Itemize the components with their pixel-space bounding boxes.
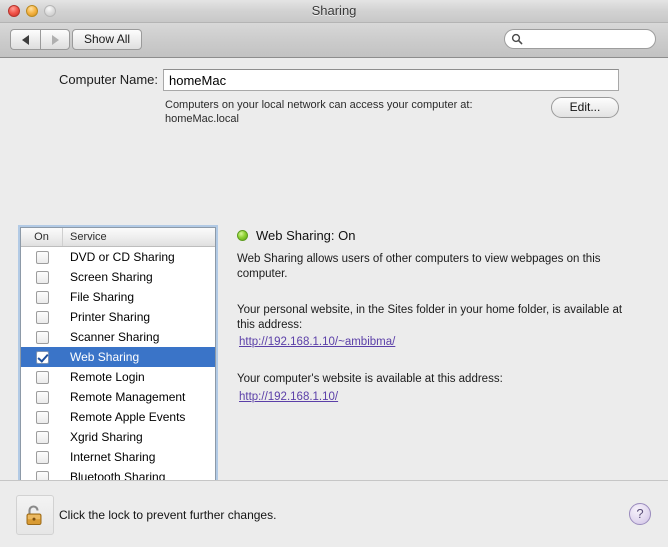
back-button[interactable] [10,29,40,50]
service-name-label: Remote Apple Events [70,410,186,424]
toolbar: Show All [0,23,668,58]
search-field[interactable] [504,29,656,49]
service-status: Web Sharing: On [237,228,647,243]
service-name-label: Remote Login [70,370,145,384]
window-title: Sharing [311,3,357,18]
status-indicator-icon [237,230,248,241]
arrow-left-icon [22,34,29,45]
table-row[interactable]: Internet Sharing [21,447,215,467]
service-checkbox-cell[interactable] [21,310,63,324]
table-row[interactable]: Remote Apple Events [21,407,215,427]
service-checkbox-cell[interactable] [21,430,63,444]
table-row[interactable]: Remote Login [21,367,215,387]
service-checkbox-cell[interactable] [21,270,63,284]
checkbox-checked-icon[interactable] [35,350,49,364]
service-checkbox-cell[interactable] [21,290,63,304]
search-icon [511,33,523,45]
show-all-button[interactable]: Show All [72,29,143,50]
checkbox-unchecked-icon[interactable] [35,450,49,464]
service-detail-pane: Web Sharing: On Web Sharing allows users… [237,228,647,427]
service-checkbox-cell[interactable] [21,350,63,364]
column-header-service: Service [70,231,107,243]
navigation-buttons [10,29,70,50]
help-button[interactable]: ? [629,503,651,525]
content-area: Computer Name: Computers on your local n… [0,58,668,515]
computer-website-lead: Your computer's website is available at … [237,373,503,385]
services-list-header: On Service [21,228,215,247]
service-name-label: DVD or CD Sharing [70,250,175,264]
checkbox-unchecked-icon[interactable] [35,430,49,444]
search-input[interactable] [527,33,647,45]
table-row[interactable]: File Sharing [21,287,215,307]
service-description: Web Sharing allows users of other comput… [237,253,601,280]
service-checkbox-cell[interactable] [21,370,63,384]
unlocked-padlock-icon [26,505,42,525]
table-row[interactable]: Remote Management [21,387,215,407]
column-header-on: On [21,228,63,246]
table-row[interactable]: Screen Sharing [21,267,215,287]
forward-button [40,29,70,50]
service-name-label: Internet Sharing [70,450,156,464]
table-row[interactable]: Web Sharing [21,347,215,367]
computer-website-block: Your computer's website is available at … [237,372,647,405]
table-row[interactable]: DVD or CD Sharing [21,247,215,267]
computer-name-label: Computer Name: [59,72,158,87]
bottom-bar: Click the lock to prevent further change… [0,480,668,547]
checkbox-unchecked-icon[interactable] [35,370,49,384]
table-row[interactable]: Scanner Sharing [21,327,215,347]
service-status-title: Web Sharing: On [256,228,356,243]
services-list-body: DVD or CD Sharing Screen Sharing File Shar… [21,247,215,487]
service-checkbox-cell[interactable] [21,330,63,344]
title-bar: Sharing [0,0,668,23]
computer-name-hint: Computers on your local network can acce… [165,99,473,125]
table-row[interactable]: Printer Sharing [21,307,215,327]
sharing-preferences-window: Sharing Show All Computer Name: Computer… [0,0,668,547]
checkbox-unchecked-icon[interactable] [35,410,49,424]
service-checkbox-cell[interactable] [21,450,63,464]
service-name-label: Screen Sharing [70,270,153,284]
checkbox-unchecked-icon[interactable] [35,250,49,264]
services-list[interactable]: On Service DVD or CD Sharing Screen Shari… [20,227,216,515]
checkbox-unchecked-icon[interactable] [35,390,49,404]
arrow-right-icon [51,34,59,45]
service-checkbox-cell[interactable] [21,390,63,404]
service-name-label: Xgrid Sharing [70,430,143,444]
checkbox-unchecked-icon[interactable] [35,310,49,324]
computer-website-link[interactable]: http://192.168.1.10/ [239,391,338,403]
checkbox-unchecked-icon[interactable] [35,330,49,344]
service-checkbox-cell[interactable] [21,250,63,264]
checkbox-unchecked-icon[interactable] [35,290,49,304]
service-name-label: Web Sharing [70,350,140,364]
service-name-label: Scanner Sharing [70,330,160,344]
service-name-label: Remote Management [70,390,186,404]
lock-message: Click the lock to prevent further change… [59,508,277,522]
checkbox-unchecked-icon[interactable] [35,270,49,284]
computer-name-row: Computer Name: [0,69,668,91]
personal-website-link[interactable]: http://192.168.1.10/~ambibma/ [239,336,395,348]
computer-name-input[interactable] [163,69,619,91]
service-checkbox-cell[interactable] [21,410,63,424]
edit-button[interactable]: Edit... [551,97,619,118]
table-row[interactable]: Xgrid Sharing [21,427,215,447]
lock-button[interactable] [16,495,54,535]
personal-website-block: Your personal website, in the Sites fold… [237,303,647,350]
personal-website-lead: Your personal website, in the Sites fold… [237,304,623,331]
service-name-label: File Sharing [70,290,135,304]
service-name-label: Printer Sharing [70,310,151,324]
